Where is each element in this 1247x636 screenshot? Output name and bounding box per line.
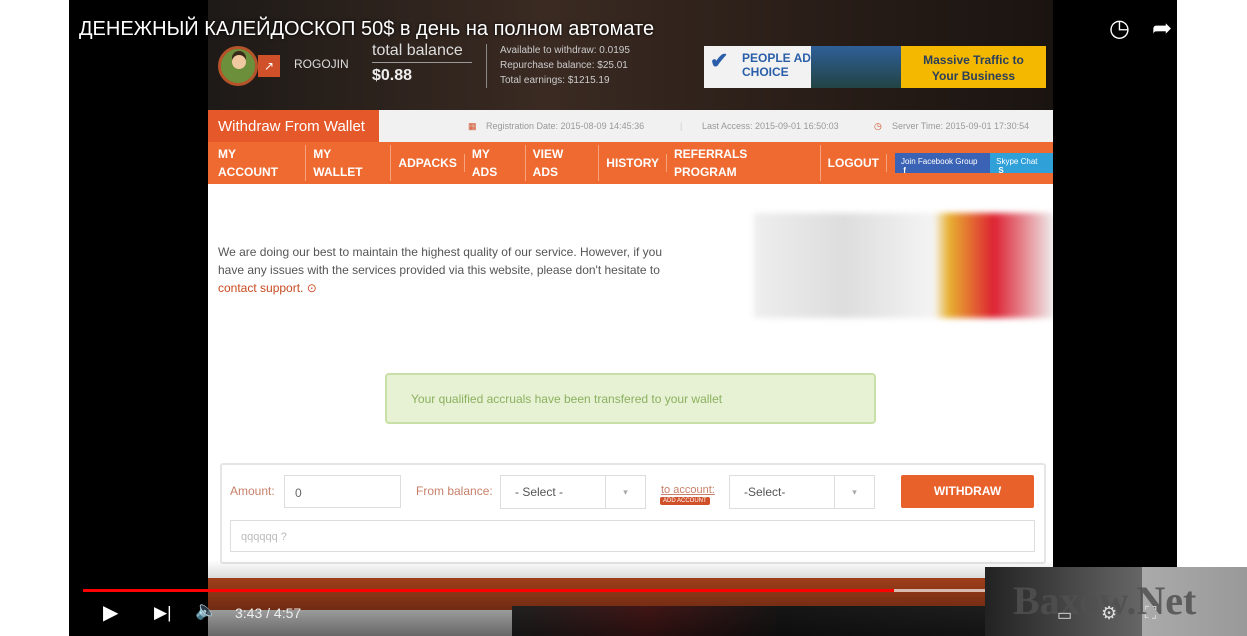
watch-later-icon[interactable]: ◷ [1109,14,1130,43]
facebook-label: Join Facebook Group [900,157,978,166]
arrow-circle-icon: ⊙ [306,281,317,295]
avatar [218,46,258,86]
share-icon[interactable]: ➦ [1152,14,1172,43]
to-account-label: to account: [661,484,715,496]
calendar-icon: ▦ [468,121,477,131]
settings-gear-icon[interactable]: ⚙ [1101,603,1117,624]
chevron-down-icon: ▾ [605,476,645,508]
duration: 4:57 [273,605,302,621]
blurred-image [754,213,1053,318]
amount-label: Amount: [230,484,275,498]
nav-my-ads[interactable]: MY ADS [465,145,526,181]
from-balance-value: - Select - [515,485,564,499]
banner-slogan: Massive Traffic to Your Business [901,46,1046,88]
withdraw-button[interactable]: WITHDRAW [901,475,1034,508]
total-balance-label: total balance [372,42,472,63]
server-time: Server Time: 2015-09-01 17:30:54 [892,121,1030,131]
facebook-group-button[interactable]: Join Facebook Group f [894,153,991,175]
chevron-down-icon: ▾ [834,476,874,508]
banner-logo: ✔ PEOPLE AD CHOICE [704,46,811,88]
current-time: 3:43 [235,605,263,621]
success-alert: Your qualified accruals have been transf… [385,373,876,424]
subtitles-icon[interactable]: ▭ [1057,605,1072,625]
available-withdraw: Available to withdraw: 0.0195 [500,45,630,56]
question-input[interactable]: qqqqqq ? [230,520,1035,552]
next-icon[interactable]: ▶| [154,603,172,623]
total-earnings: Total earnings: $1215.19 [500,75,610,86]
time-display: 3:43 / 4:57 [235,605,302,621]
add-account-button[interactable]: ADD ACCOUNT [660,497,710,505]
nav-my-wallet[interactable]: MY WALLET [306,145,392,181]
video-title[interactable]: ДЕНЕЖНЫЙ КАЛЕЙДОСКОП 50$ в день на полно… [79,18,654,41]
notice-text: We are doing our best to maintain the hi… [218,245,663,277]
from-balance-select[interactable]: - Select - ▾ [500,475,646,509]
total-balance: $0.88 [372,67,413,84]
slogan-line1: Massive Traffic to [923,53,1024,67]
nav-logout[interactable]: LOGOUT [821,154,887,172]
contact-support-link[interactable]: contact support. [218,281,303,295]
support-notice: We are doing our best to maintain the hi… [218,243,688,297]
video-player[interactable]: ↗ ROGOJIN total balance $0.88 Available … [69,0,1177,636]
watermark: Baxow.Net ▭ ⚙ ⛶ [985,567,1247,636]
video-frame: ↗ ROGOJIN total balance $0.88 Available … [208,0,1053,636]
balance-stats: Available to withdraw: 0.0195 Repurchase… [500,43,630,88]
skype-chat-button[interactable]: Skype Chat S [990,153,1053,175]
play-icon[interactable]: ▶ [103,600,118,625]
volume-icon[interactable]: 🔈 [195,600,217,621]
repurchase-balance: Repurchase balance: $25.01 [500,60,628,71]
nav-referrals[interactable]: REFERRALS PROGRAM [667,145,821,181]
ad-banner[interactable]: ✔ PEOPLE AD CHOICE Massive Traffic to Your … [704,46,1046,88]
from-balance-label: From balance: [416,484,493,498]
main-nav: MY ACCOUNT MY WALLET ADPACKS MY ADS VIEW… [208,142,1053,184]
brand-line1: PEOPLE AD [742,51,811,65]
facebook-icon: f [900,166,906,175]
divider [486,44,487,88]
fullscreen-icon[interactable]: ⛶ [1145,605,1156,623]
played-bar [83,589,895,592]
slogan-line2: Your Business [931,69,1016,83]
registration-date: Registration Date: 2015-08-09 14:45:36 [486,121,645,131]
to-account-select[interactable]: -Select- ▾ [729,475,875,509]
nav-view-ads[interactable]: VIEW ADS [526,145,600,181]
username: ROGOJIN [294,57,349,71]
last-access: Last Access: 2015-09-01 16:50:03 [702,121,839,131]
divider: | [680,121,683,131]
external-link-icon: ↗ [258,55,280,77]
brand-line2: CHOICE [742,65,789,79]
skype-label: Skype Chat [996,157,1038,166]
to-account-value: -Select- [744,485,786,499]
nav-my-account[interactable]: MY ACCOUNT [218,145,307,181]
amount-input[interactable]: 0 [284,475,401,508]
checkmark-icon: ✔ [710,48,729,73]
page-title: Withdraw From Wallet [208,110,379,142]
social-links: Join Facebook Group f Skype Chat S [894,153,1053,175]
nav-adpacks[interactable]: ADPACKS [391,154,465,172]
clock-icon: ◷ [874,121,882,131]
skype-icon: S [996,166,1004,175]
nav-history[interactable]: HISTORY [599,154,667,172]
banner-photo [811,46,901,88]
